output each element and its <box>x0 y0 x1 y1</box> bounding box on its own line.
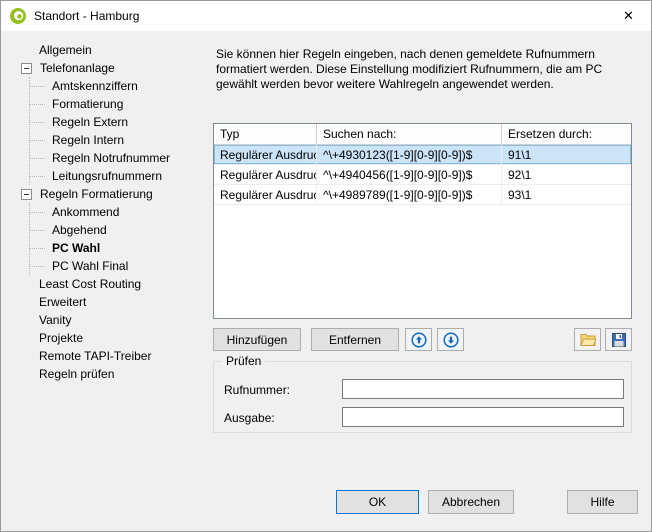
tree-item-formatierung[interactable]: Formatierung <box>30 95 207 113</box>
tree-item-vanity[interactable]: Vanity <box>21 311 207 329</box>
tree-item-remote-tapi-treiber[interactable]: Remote TAPI-Treiber <box>21 347 207 365</box>
tree-item-projekte[interactable]: Projekte <box>21 329 207 347</box>
open-folder-icon <box>580 333 596 347</box>
import-rules-button[interactable] <box>574 328 601 351</box>
tree-item-regeln-intern[interactable]: Regeln Intern <box>30 131 207 149</box>
remove-rule-button[interactable]: Entfernen <box>311 328 399 351</box>
cell-typ: Regulärer Ausdruck <box>214 165 317 184</box>
page-description: Sie können hier Regeln eingeben, nach de… <box>216 47 634 92</box>
save-disk-icon <box>612 333 626 347</box>
move-up-button[interactable] <box>405 328 432 351</box>
cancel-button[interactable]: Abbrechen <box>428 490 514 514</box>
pruefen-groupbox: Prüfen Rufnummer: Ausgabe: <box>213 361 632 433</box>
telefonanlage-children: Amtskennziffern Formatierung Regeln Exte… <box>29 77 207 185</box>
title-bar: Standort - Hamburg ✕ <box>1 1 651 31</box>
tree-item-regeln-notrufnummer[interactable]: Regeln Notrufnummer <box>30 149 207 167</box>
close-icon: ✕ <box>623 8 634 24</box>
move-down-button[interactable] <box>437 328 464 351</box>
rules-table: Typ Suchen nach: Ersetzen durch: Regulär… <box>213 123 632 319</box>
tree-item-telefonanlage[interactable]: Telefonanlage <box>21 59 207 77</box>
add-rule-button[interactable]: Hinzufügen <box>213 328 301 351</box>
cell-typ: Regulärer Ausdruck <box>214 185 317 204</box>
ok-button[interactable]: OK <box>336 490 419 514</box>
settings-tree: Allgemein Telefonanlage Amtskennziffern … <box>21 41 207 383</box>
tree-item-amtskennziffern[interactable]: Amtskennziffern <box>30 77 207 95</box>
cell-ersetzen: 91\1 <box>502 145 631 164</box>
collapse-icon[interactable] <box>21 189 32 200</box>
arrow-down-icon <box>443 332 459 348</box>
tree-item-allgemein[interactable]: Allgemein <box>21 41 207 59</box>
rules-table-header: Typ Suchen nach: Ersetzen durch: <box>214 124 631 145</box>
tree-item-regeln-formatierung[interactable]: Regeln Formatierung <box>21 185 207 203</box>
rufnummer-input[interactable] <box>342 379 624 399</box>
collapse-icon[interactable] <box>21 63 32 74</box>
app-logo-icon <box>10 8 26 24</box>
column-header-typ[interactable]: Typ <box>214 124 317 144</box>
rufnummer-label: Rufnummer: <box>224 383 290 397</box>
cell-suchen: ^\+4989789([1-9][0-9][0-9])$ <box>317 185 502 204</box>
standort-dialog: Standort - Hamburg ✕ Allgemein Telefonan… <box>0 0 652 532</box>
arrow-up-icon <box>411 332 427 348</box>
help-button[interactable]: Hilfe <box>567 490 638 514</box>
column-header-suchen[interactable]: Suchen nach: <box>317 124 502 144</box>
ausgabe-input[interactable] <box>342 407 624 427</box>
cell-suchen: ^\+4940456([1-9][0-9][0-9])$ <box>317 165 502 184</box>
window-title: Standort - Hamburg <box>34 9 139 23</box>
tree-item-ankommend[interactable]: Ankommend <box>30 203 207 221</box>
tree-item-pc-wahl[interactable]: PC Wahl <box>30 239 207 257</box>
cell-suchen: ^\+4930123([1-9][0-9][0-9])$ <box>317 145 502 164</box>
cell-ersetzen: 93\1 <box>502 185 631 204</box>
column-header-ersetzen[interactable]: Ersetzen durch: <box>502 124 631 144</box>
regeln-formatierung-children: Ankommend Abgehend PC Wahl PC Wahl Final <box>29 203 207 275</box>
tree-item-leitungsrufnummern[interactable]: Leitungsrufnummern <box>30 167 207 185</box>
save-rules-button[interactable] <box>605 328 632 351</box>
table-row[interactable]: Regulärer Ausdruck ^\+4930123([1-9][0-9]… <box>214 145 631 165</box>
tree-item-pc-wahl-final[interactable]: PC Wahl Final <box>30 257 207 275</box>
tree-item-least-cost-routing[interactable]: Least Cost Routing <box>21 275 207 293</box>
groupbox-legend: Prüfen <box>222 354 265 368</box>
table-row[interactable]: Regulärer Ausdruck ^\+4989789([1-9][0-9]… <box>214 185 631 205</box>
tree-item-erweitert[interactable]: Erweitert <box>21 293 207 311</box>
tree-item-regeln-pruefen[interactable]: Regeln prüfen <box>21 365 207 383</box>
tree-item-abgehend[interactable]: Abgehend <box>30 221 207 239</box>
cell-typ: Regulärer Ausdruck <box>214 145 317 164</box>
tree-item-regeln-extern[interactable]: Regeln Extern <box>30 113 207 131</box>
cell-ersetzen: 92\1 <box>502 165 631 184</box>
close-button[interactable]: ✕ <box>606 1 651 30</box>
table-row[interactable]: Regulärer Ausdruck ^\+4940456([1-9][0-9]… <box>214 165 631 185</box>
ausgabe-label: Ausgabe: <box>224 411 275 425</box>
